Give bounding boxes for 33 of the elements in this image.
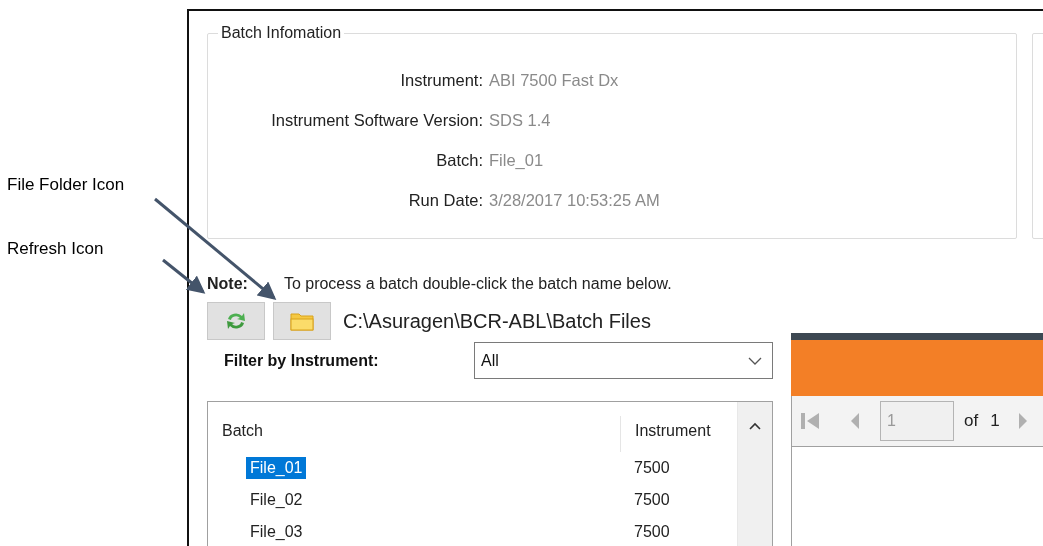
scrollbar[interactable] bbox=[737, 402, 772, 546]
field-label: Instrument Software Version: bbox=[270, 110, 483, 131]
instrument-cell-text: 7500 bbox=[633, 491, 671, 509]
field-value: 3/28/2017 10:53:25 AM bbox=[488, 190, 661, 211]
field-label: Instrument: bbox=[399, 70, 483, 91]
folder-icon bbox=[290, 311, 314, 331]
instrument-cell-text: 7500 bbox=[633, 459, 671, 477]
chevron-down-icon bbox=[748, 356, 762, 365]
batch-name[interactable]: File_01 bbox=[246, 457, 307, 479]
field-label: Run Date: bbox=[407, 190, 483, 211]
scroll-up-icon bbox=[749, 422, 761, 430]
folder-path: C:\Asuragen\BCR-ABL\Batch Files bbox=[343, 309, 651, 333]
batch-name[interactable]: File_03 bbox=[246, 521, 307, 543]
folder-button[interactable] bbox=[273, 302, 331, 340]
batch-name[interactable]: File_02 bbox=[246, 489, 307, 511]
instrument-dropdown[interactable]: All bbox=[474, 342, 773, 379]
filter-label: Filter by Instrument: bbox=[223, 351, 380, 370]
note-text: To process a batch double-click the batch name below. bbox=[283, 275, 672, 293]
refresh-button[interactable] bbox=[207, 302, 265, 340]
field-label: Batch: bbox=[435, 150, 483, 171]
instrument-cell-text: 7500 bbox=[633, 523, 671, 541]
page-total: 1 bbox=[990, 411, 1000, 431]
previous-page-icon[interactable] bbox=[850, 411, 860, 431]
note-label: Note: bbox=[207, 275, 248, 293]
first-page-icon[interactable] bbox=[800, 411, 820, 431]
field-value: File_01 bbox=[488, 150, 545, 171]
annotation-label: File Folder Icon bbox=[7, 175, 126, 195]
field-value: SDS 1.4 bbox=[488, 110, 552, 131]
page-of-label: of bbox=[964, 411, 979, 431]
annotation-label: Refresh Icon bbox=[7, 239, 105, 259]
column-header[interactable]: Batch bbox=[208, 416, 620, 452]
field-value: ABI 7500 Fast Dx bbox=[488, 70, 620, 91]
next-page-icon[interactable] bbox=[1017, 411, 1028, 431]
